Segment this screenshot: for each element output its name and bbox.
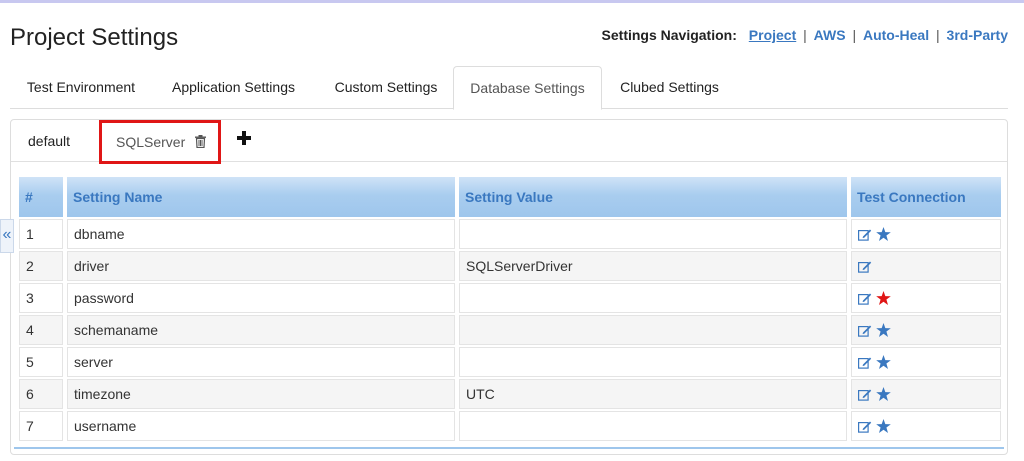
setting-value[interactable] [459, 315, 847, 345]
row-number: 6 [19, 379, 63, 409]
test-connection-cell [851, 219, 1001, 249]
settings-navigation: Settings Navigation: Project | AWS | Aut… [602, 27, 1008, 43]
column-header-setting-name[interactable]: Setting Name [67, 177, 455, 217]
setting-name: username [67, 411, 455, 441]
table-row: 6 timezone UTC [19, 379, 1001, 409]
nav-link-3rd-party[interactable]: 3rd-Party [947, 27, 1008, 43]
column-header-setting-value[interactable]: Setting Value [459, 177, 847, 217]
star-icon[interactable] [876, 418, 891, 434]
table-row: 3 password [19, 283, 1001, 313]
nav-separator: | [936, 27, 940, 43]
table-row: 2 driver SQLServerDriver [19, 251, 1001, 281]
column-header-test-connection[interactable]: Test Connection [851, 177, 1001, 217]
table-row: 4 schemaname [19, 315, 1001, 345]
trash-icon[interactable] [195, 124, 207, 149]
row-number: 2 [19, 251, 63, 281]
setting-value[interactable] [459, 411, 847, 441]
test-connection-cell [851, 251, 1001, 281]
edit-icon[interactable] [858, 418, 872, 434]
db-tab-sqlserver-label: SQLServer [116, 134, 186, 150]
database-tabs: default SQLServer [11, 120, 1007, 164]
panel-bottom-border [14, 447, 1004, 449]
setting-name: dbname [67, 219, 455, 249]
row-number: 3 [19, 283, 63, 313]
page-title: Project Settings [10, 24, 179, 51]
test-connection-cell [851, 315, 1001, 345]
tab-application-settings[interactable]: Application Settings [156, 66, 311, 109]
table-row: 7 username [19, 411, 1001, 441]
setting-name: server [67, 347, 455, 377]
table-row: 1 dbname [19, 219, 1001, 249]
setting-name: driver [67, 251, 455, 281]
edit-icon[interactable] [858, 226, 872, 242]
star-icon[interactable] [876, 226, 891, 242]
star-icon[interactable] [876, 290, 891, 306]
setting-value[interactable]: SQLServerDriver [459, 251, 847, 281]
edit-icon[interactable] [858, 258, 872, 274]
add-connection-button[interactable] [236, 130, 252, 146]
edit-icon[interactable] [858, 354, 872, 370]
collapse-sidebar-button[interactable]: « [0, 219, 14, 253]
settings-navigation-label: Settings Navigation: [601, 27, 737, 43]
tab-test-environment[interactable]: Test Environment [10, 66, 152, 109]
edit-icon[interactable] [858, 386, 872, 402]
setting-name: timezone [67, 379, 455, 409]
main-tabs: Test Environment Application Settings Cu… [10, 66, 1008, 110]
plus-icon [237, 131, 251, 145]
test-connection-cell [851, 379, 1001, 409]
setting-value[interactable] [459, 347, 847, 377]
nav-link-project[interactable]: Project [749, 27, 796, 43]
setting-name: password [67, 283, 455, 313]
settings-table-body: 1 dbname 2 driver SQLServerDriver 3 password … [19, 219, 1001, 441]
nav-link-auto-heal[interactable]: Auto-Heal [863, 27, 929, 43]
nav-link-aws[interactable]: AWS [814, 27, 846, 43]
database-settings-panel: default SQLServer # Setting Name Setting… [10, 119, 1008, 455]
settings-table: # Setting Name Setting Value Test Connec… [15, 175, 1005, 443]
row-number: 4 [19, 315, 63, 345]
star-icon[interactable] [876, 322, 891, 338]
edit-icon[interactable] [858, 322, 872, 338]
star-icon[interactable] [876, 386, 891, 402]
setting-value[interactable] [459, 219, 847, 249]
edit-icon[interactable] [858, 290, 872, 306]
test-connection-cell [851, 347, 1001, 377]
column-header-number[interactable]: # [19, 177, 63, 217]
nav-separator: | [803, 27, 807, 43]
double-chevron-left-icon: « [2, 226, 12, 243]
tab-database-settings[interactable]: Database Settings [453, 66, 602, 110]
test-connection-cell [851, 283, 1001, 313]
tab-custom-settings[interactable]: Custom Settings [316, 66, 456, 109]
row-number: 7 [19, 411, 63, 441]
db-tab-default[interactable]: default [28, 120, 70, 162]
setting-value[interactable]: UTC [459, 379, 847, 409]
setting-value[interactable] [459, 283, 847, 313]
nav-separator: | [852, 27, 857, 43]
star-icon[interactable] [876, 354, 891, 370]
top-border [0, 0, 1024, 3]
row-number: 1 [19, 219, 63, 249]
setting-name: schemaname [67, 315, 455, 345]
test-connection-cell [851, 411, 1001, 441]
db-tab-sqlserver[interactable]: SQLServer [99, 120, 221, 164]
tab-clubed-settings[interactable]: Clubed Settings [607, 66, 732, 109]
row-number: 5 [19, 347, 63, 377]
table-row: 5 server [19, 347, 1001, 377]
